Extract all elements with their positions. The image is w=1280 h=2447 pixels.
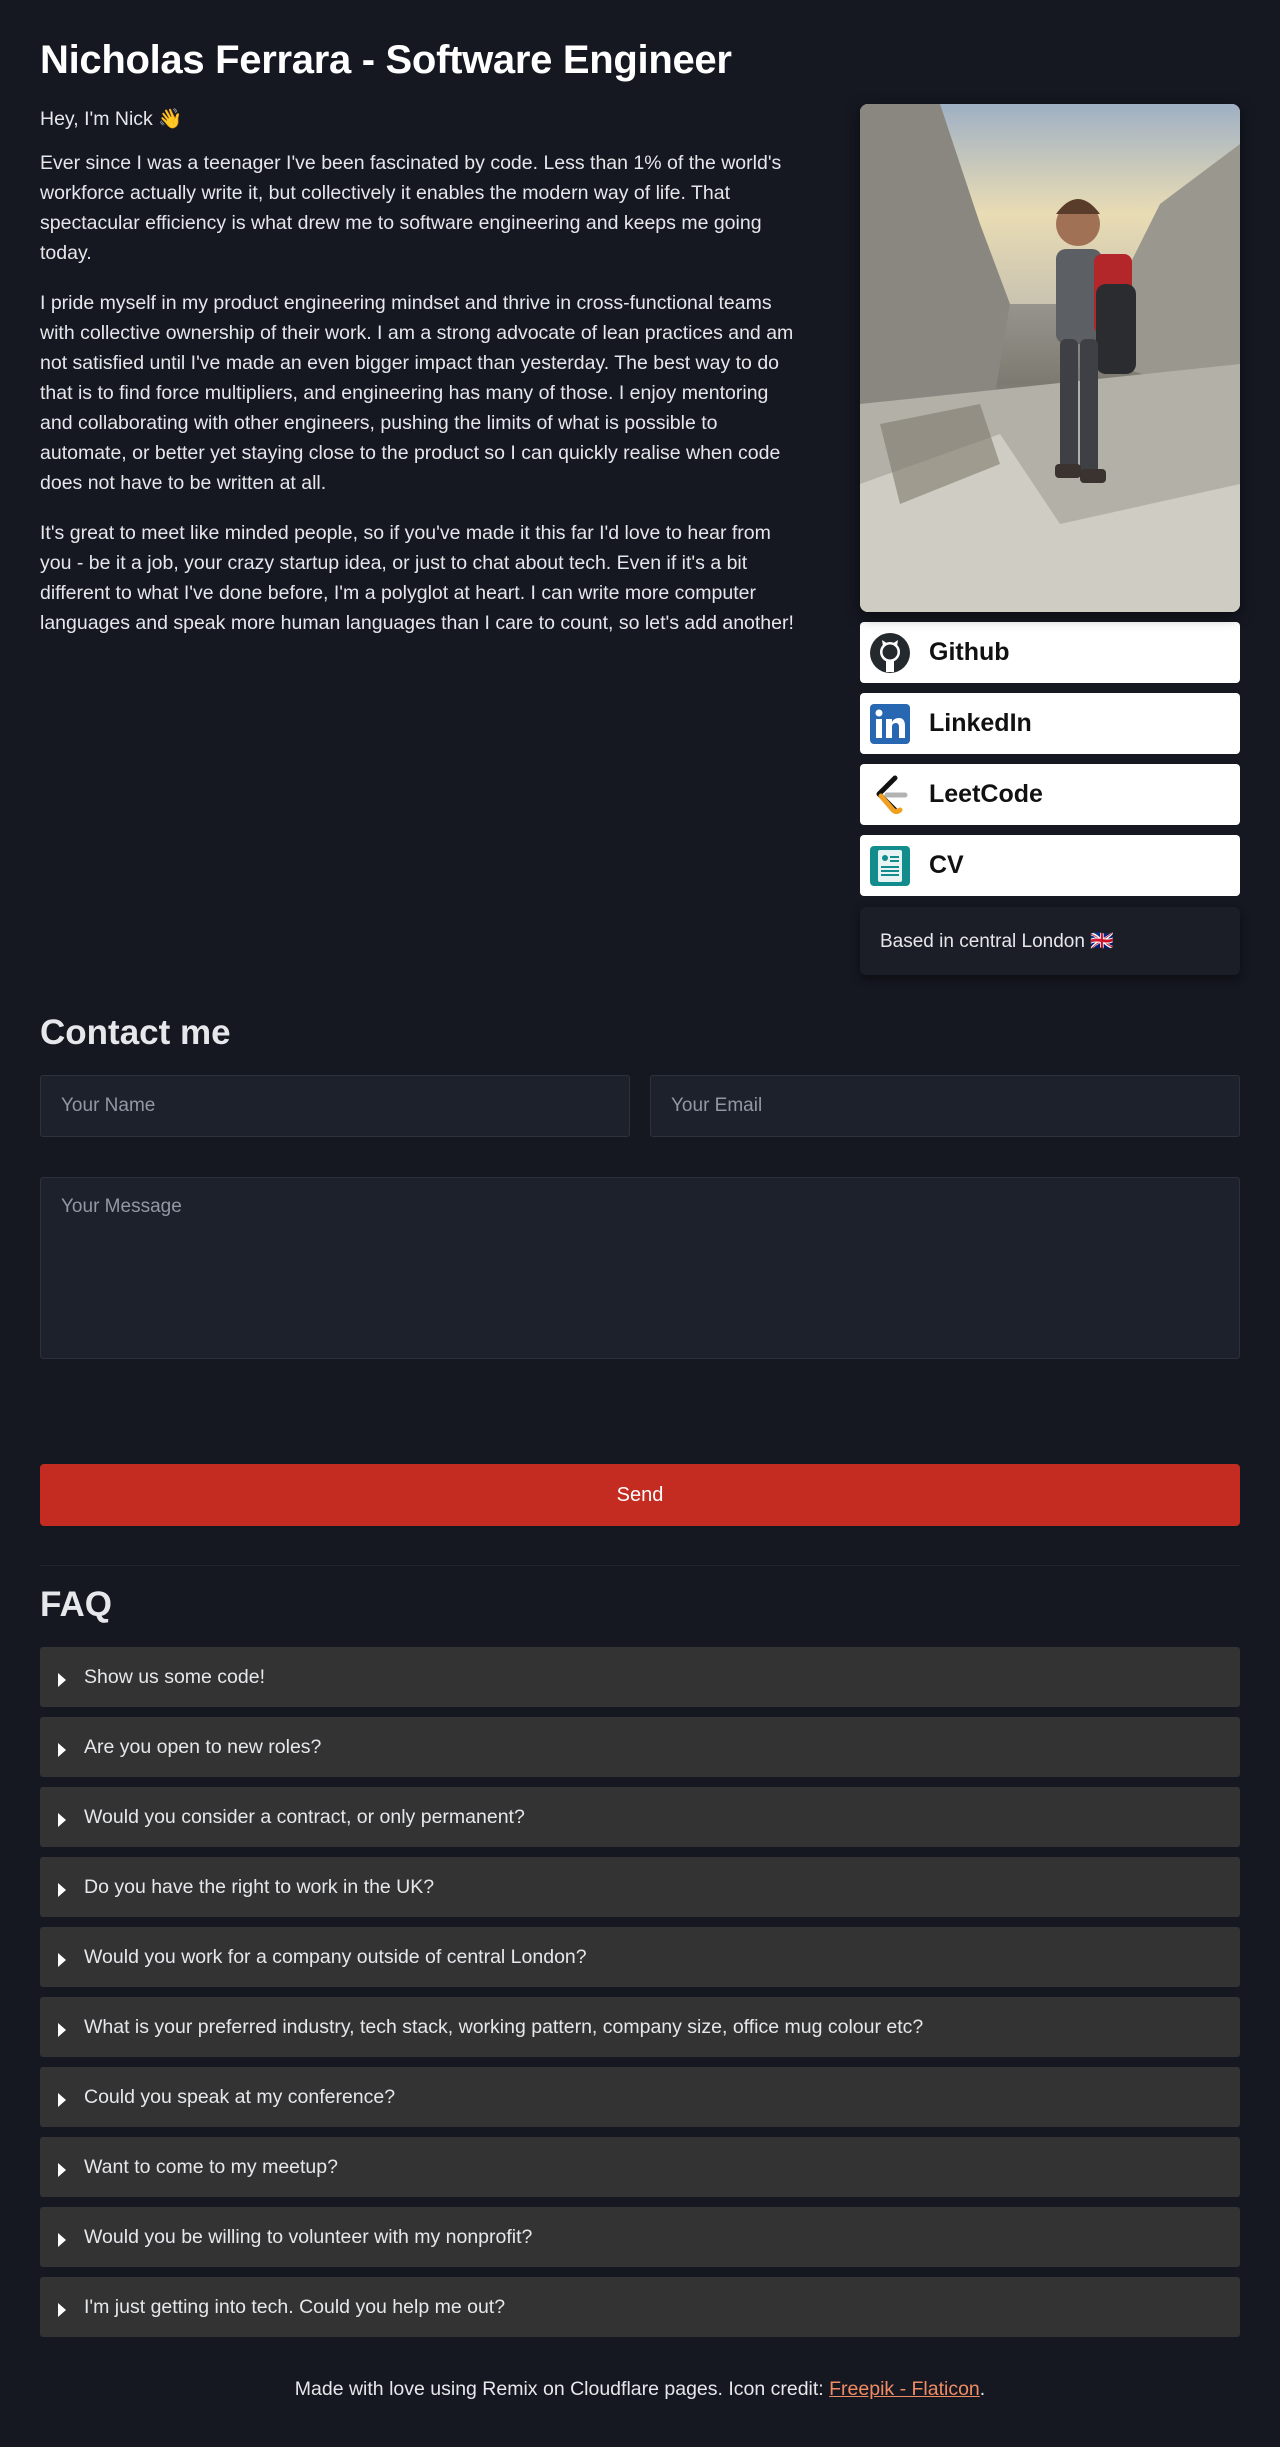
- leetcode-icon: [868, 773, 912, 817]
- faq-question: Would you consider a contract, or only p…: [84, 1805, 525, 1828]
- page: Nicholas Ferrara - Software Engineer Hey…: [0, 0, 1280, 2447]
- faq-item[interactable]: Would you work for a company outside of …: [40, 1927, 1240, 1987]
- faq-item[interactable]: Show us some code!: [40, 1647, 1240, 1707]
- expand-triangle-icon: [58, 1883, 66, 1897]
- page-title: Nicholas Ferrara - Software Engineer: [40, 38, 732, 82]
- faq-item[interactable]: Are you open to new roles?: [40, 1717, 1240, 1777]
- expand-triangle-icon: [58, 2023, 66, 2037]
- faq-item[interactable]: Could you speak at my conference?: [40, 2067, 1240, 2127]
- linkedin-icon: [868, 702, 912, 746]
- expand-triangle-icon: [58, 1813, 66, 1827]
- linkedin-link[interactable]: LinkedIn: [860, 693, 1240, 754]
- expand-triangle-icon: [58, 1743, 66, 1757]
- location-card: Based in central London 🇬🇧: [860, 907, 1240, 975]
- profile-sidebar: Github LinkedIn LeetCode CV Based in cen…: [860, 104, 1240, 975]
- icon-credit-link[interactable]: Freepik - Flaticon: [829, 2378, 980, 2400]
- cv-document-icon: [868, 844, 912, 888]
- cv-label: CV: [929, 851, 964, 879]
- leetcode-label: LeetCode: [929, 780, 1043, 808]
- faq-question: Would you work for a company outside of …: [84, 1945, 587, 1968]
- faq-question: Would you be willing to volunteer with m…: [84, 2225, 533, 2248]
- faq-item[interactable]: What is your preferred industry, tech st…: [40, 1997, 1240, 2057]
- location-text: Based in central London 🇬🇧: [880, 931, 1114, 952]
- leetcode-link[interactable]: LeetCode: [860, 764, 1240, 825]
- footer-suffix: .: [979, 2378, 986, 2400]
- send-button[interactable]: Send: [40, 1464, 1240, 1526]
- contact-title: Contact me: [40, 1013, 231, 1052]
- message-textarea[interactable]: [40, 1177, 1240, 1359]
- github-icon: [868, 631, 912, 675]
- expand-triangle-icon: [58, 1953, 66, 1967]
- faq-question: Show us some code!: [84, 1665, 266, 1688]
- github-link[interactable]: Github: [860, 622, 1240, 683]
- faq-question: Are you open to new roles?: [84, 1735, 322, 1758]
- name-input[interactable]: [40, 1075, 630, 1137]
- github-label: Github: [929, 638, 1010, 666]
- expand-triangle-icon: [58, 2163, 66, 2177]
- faq-item[interactable]: Would you be willing to volunteer with m…: [40, 2207, 1240, 2267]
- expand-triangle-icon: [58, 2093, 66, 2107]
- faq-question: I'm just getting into tech. Could you he…: [84, 2295, 506, 2318]
- faq-question: Do you have the right to work in the UK?: [84, 1875, 435, 1898]
- intro-paragraph: I pride myself in my product engineering…: [40, 292, 794, 494]
- footer: Made with love using Remix on Cloudflare…: [0, 2378, 1280, 2401]
- cv-link[interactable]: CV: [860, 835, 1240, 896]
- expand-triangle-icon: [58, 2233, 66, 2247]
- faq-item[interactable]: Want to come to my meetup?: [40, 2137, 1240, 2197]
- expand-triangle-icon: [58, 1673, 66, 1687]
- intro-paragraph: Ever since I was a teenager I've been fa…: [40, 152, 782, 264]
- section-divider: [40, 1565, 1240, 1566]
- faq-question: Want to come to my meetup?: [84, 2155, 338, 2178]
- profile-photo: [860, 104, 1240, 612]
- faq-question: Could you speak at my conference?: [84, 2085, 396, 2108]
- intro-section: Hey, I'm Nick 👋 Ever since I was a teena…: [40, 104, 805, 658]
- faq-title: FAQ: [40, 1585, 112, 1624]
- faq-item[interactable]: Do you have the right to work in the UK?: [40, 1857, 1240, 1917]
- faq-item[interactable]: Would you consider a contract, or only p…: [40, 1787, 1240, 1847]
- intro-greeting: Hey, I'm Nick 👋: [40, 108, 183, 130]
- linkedin-label: LinkedIn: [929, 709, 1032, 737]
- faq-list: Show us some code! Are you open to new r…: [40, 1647, 1240, 2347]
- expand-triangle-icon: [58, 2303, 66, 2317]
- faq-question: What is your preferred industry, tech st…: [84, 2015, 924, 2038]
- intro-paragraph: It's great to meet like minded people, s…: [40, 522, 794, 634]
- footer-text: Made with love using Remix on Cloudflare…: [294, 2378, 830, 2400]
- email-input[interactable]: [650, 1075, 1240, 1137]
- faq-item[interactable]: I'm just getting into tech. Could you he…: [40, 2277, 1240, 2337]
